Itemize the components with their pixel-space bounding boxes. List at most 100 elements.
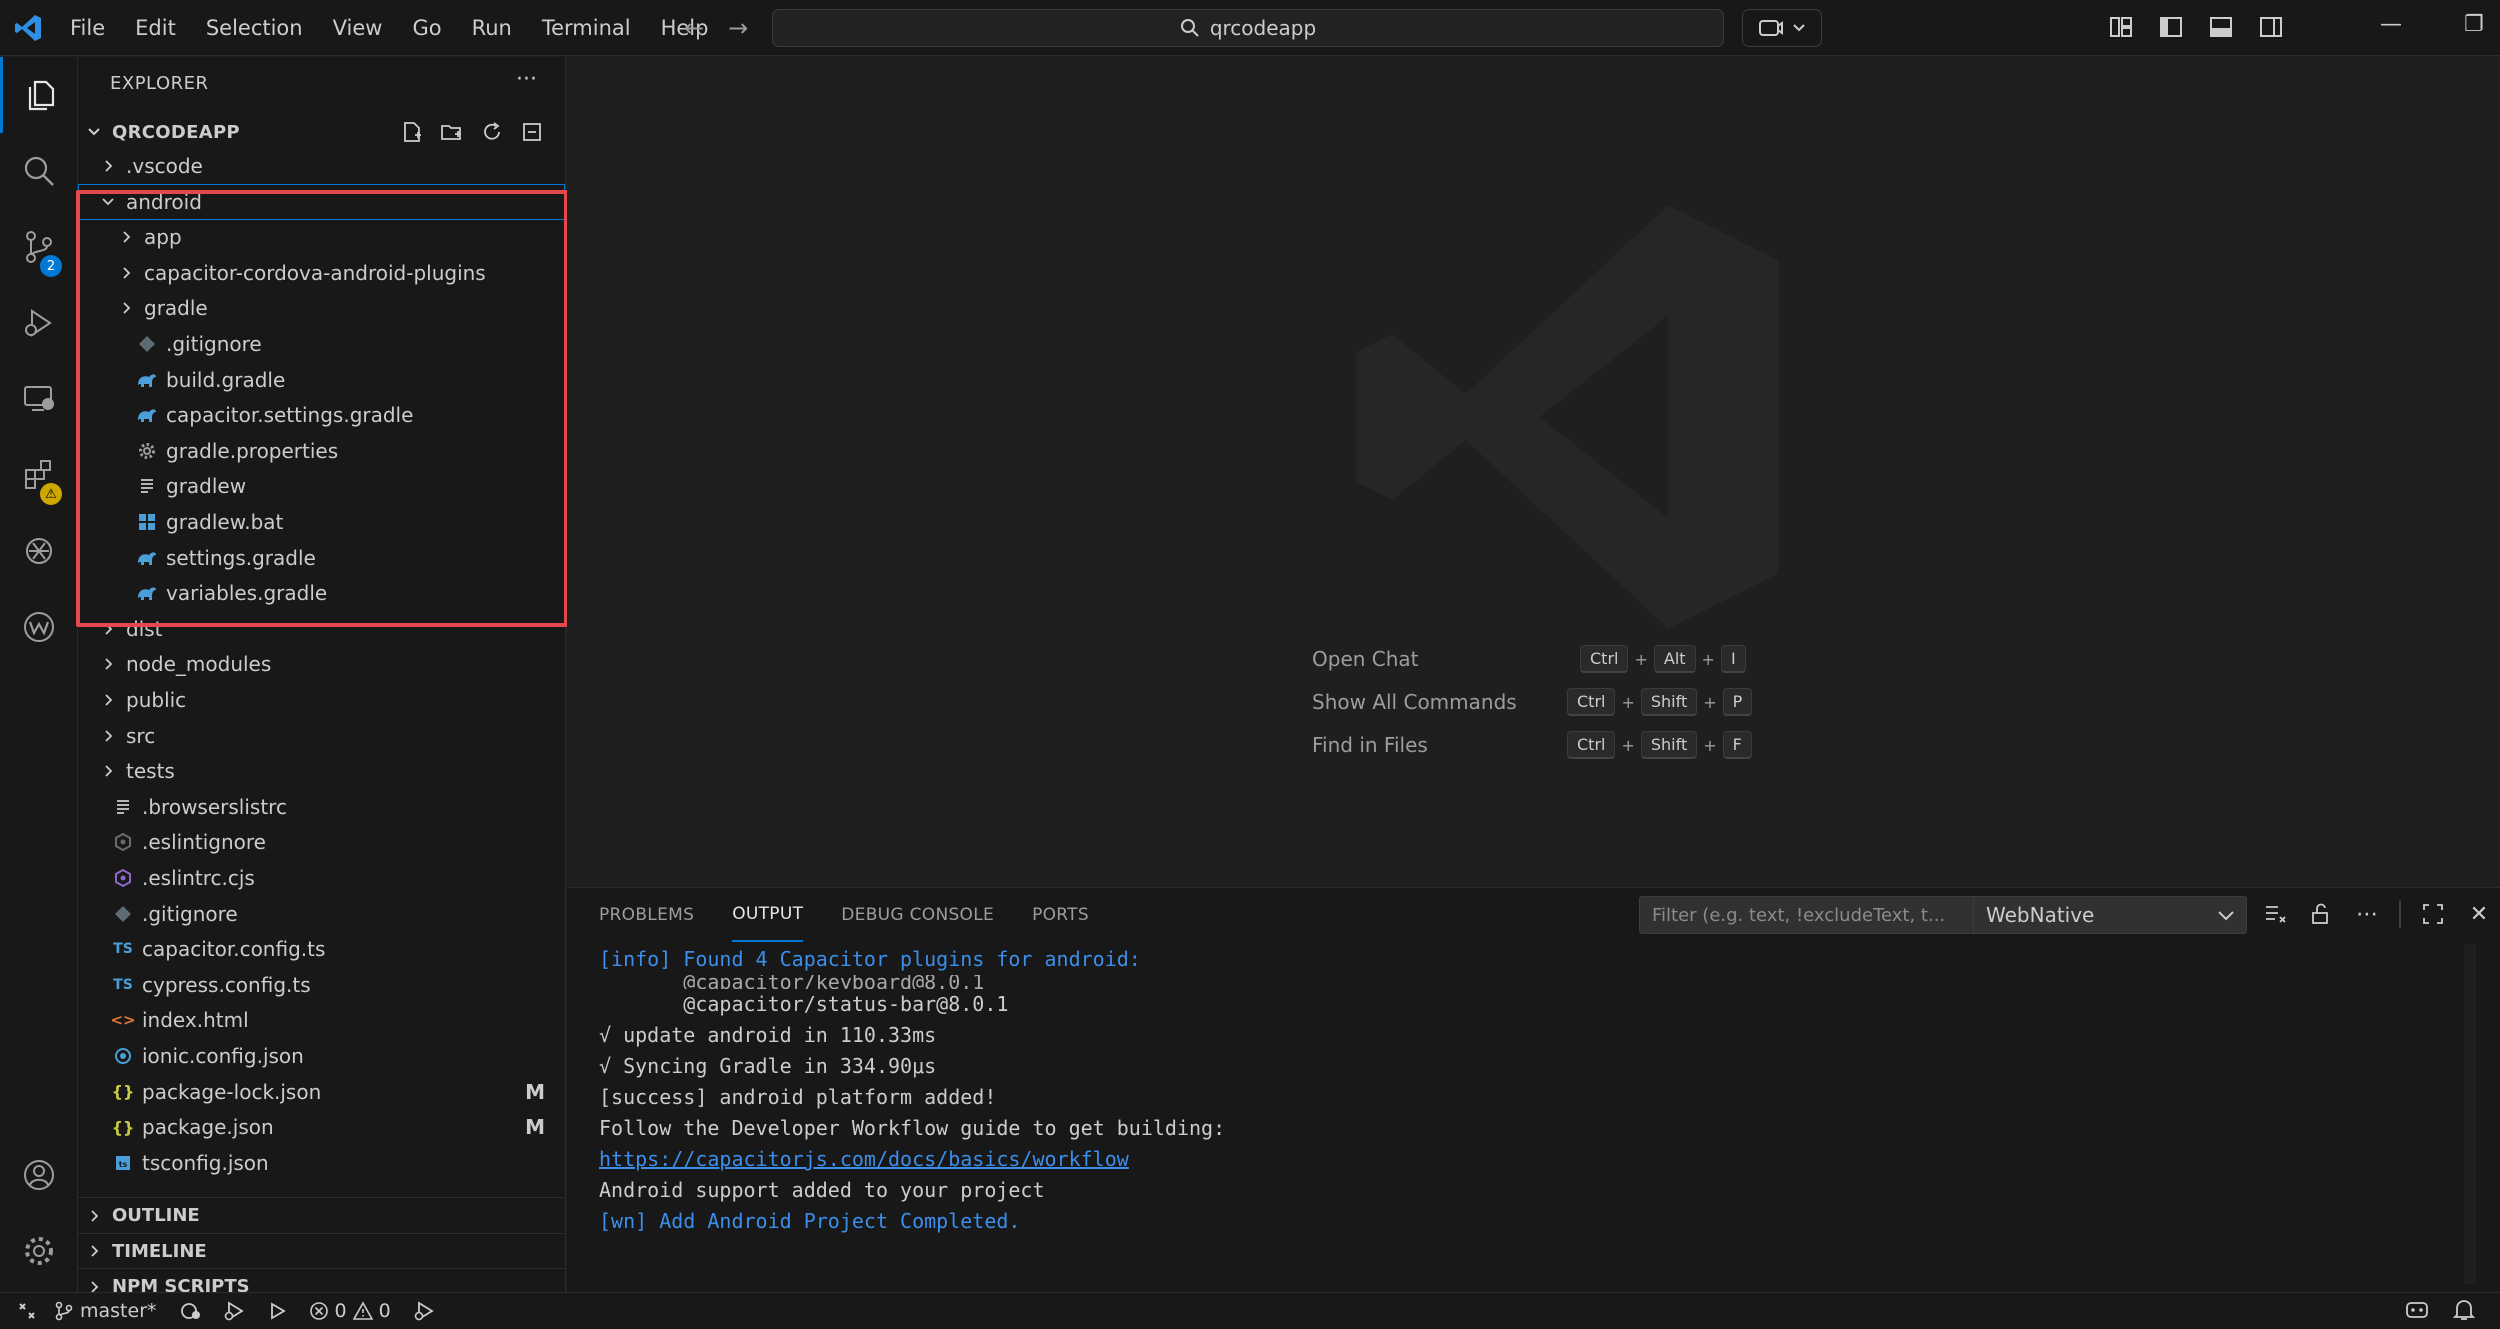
- back-arrow-icon[interactable]: ←: [684, 14, 704, 42]
- collapse-all-icon[interactable]: [520, 120, 544, 144]
- file--gitignore[interactable]: .gitignore: [78, 896, 565, 932]
- sync-indicator[interactable]: [179, 1300, 201, 1322]
- close-panel-icon[interactable]: ✕: [2465, 900, 2493, 928]
- tab-debug-console[interactable]: DEBUG CONSOLE: [841, 888, 994, 942]
- folder-app[interactable]: app: [78, 219, 565, 255]
- activity-bar: 2 ⚠: [0, 57, 78, 1292]
- menu-terminal[interactable]: Terminal: [542, 16, 631, 40]
- file--browserslistrc[interactable]: .browserslistrc: [78, 789, 565, 825]
- clear-output-icon[interactable]: [2261, 900, 2289, 928]
- folder-node-modules[interactable]: node_modules: [78, 646, 565, 682]
- shortcut-label[interactable]: Find in Files: [1312, 733, 1572, 757]
- gradle-elephant-icon: [136, 582, 158, 604]
- workspace-root[interactable]: QRCODEAPP: [78, 114, 565, 150]
- output-channel-select[interactable]: WebNative: [1973, 896, 2247, 934]
- remote-indicator[interactable]: [0, 1293, 54, 1329]
- output-scrollbar[interactable]: [2464, 944, 2476, 1284]
- folder-src[interactable]: src: [78, 718, 565, 754]
- folder-gradle[interactable]: gradle: [78, 290, 565, 326]
- section-timeline[interactable]: TIMELINE: [78, 1232, 565, 1269]
- branch-indicator[interactable]: master*: [54, 1300, 157, 1322]
- file-package-lock-json[interactable]: {} package-lock.json M: [78, 1074, 565, 1110]
- debug-indicator[interactable]: [223, 1300, 245, 1322]
- scm-count-badge: 2: [40, 255, 62, 277]
- section-outline[interactable]: OUTLINE: [78, 1197, 565, 1233]
- file-capacitor-settings-gradle[interactable]: capacitor.settings.gradle: [78, 397, 565, 433]
- folder--vscode[interactable]: .vscode: [78, 148, 565, 184]
- notifications-icon[interactable]: [2452, 1297, 2476, 1323]
- problems-indicator[interactable]: 0 0: [309, 1300, 391, 1322]
- file-gradlew-bat[interactable]: gradlew.bat: [78, 504, 565, 540]
- forward-arrow-icon[interactable]: →: [728, 14, 748, 42]
- maximize-panel-icon[interactable]: [2419, 900, 2447, 928]
- debug-config-indicator[interactable]: [413, 1300, 435, 1322]
- toggle-secondary-sidebar-icon[interactable]: [2258, 14, 2284, 40]
- file--gitignore[interactable]: .gitignore: [78, 326, 565, 362]
- more-actions-icon[interactable]: ⋯: [2353, 900, 2381, 928]
- copilot-button[interactable]: [1742, 9, 1822, 47]
- refresh-icon[interactable]: [480, 120, 504, 144]
- file-capacitor-config-ts[interactable]: TS capacitor.config.ts: [78, 931, 565, 967]
- title-bar: File Edit Selection View Go Run Terminal Help ←…: [0, 0, 2500, 56]
- folder-capacitor-cordova-android-plugins[interactable]: capacitor-cordova-android-plugins: [78, 255, 565, 291]
- lock-scroll-icon[interactable]: [2307, 900, 2335, 928]
- explorer-activity[interactable]: [0, 57, 78, 133]
- restore-icon[interactable]: ❐: [2464, 12, 2484, 37]
- new-folder-icon[interactable]: [440, 120, 464, 144]
- file--eslintrc-cjs[interactable]: .eslintrc.cjs: [78, 860, 565, 896]
- remote-explorer-activity[interactable]: [0, 361, 78, 437]
- gradle-elephant-icon: [136, 369, 158, 391]
- menu-selection[interactable]: Selection: [206, 16, 303, 40]
- account-icon: [24, 1160, 54, 1190]
- accounts-activity[interactable]: [0, 1137, 78, 1213]
- file-cypress-config-ts[interactable]: TS cypress.config.ts: [78, 967, 565, 1003]
- tab-output[interactable]: OUTPUT: [732, 888, 804, 942]
- customize-layout-icon[interactable]: [2108, 14, 2134, 40]
- tree-item-label: android: [126, 189, 202, 214]
- webnative-activity[interactable]: [0, 589, 78, 665]
- chatgpt-activity[interactable]: [0, 513, 78, 589]
- menu-file[interactable]: File: [70, 16, 105, 40]
- file-index-html[interactable]: <> index.html: [78, 1002, 565, 1038]
- search-activity[interactable]: [0, 133, 78, 209]
- command-center-search[interactable]: qrcodeapp: [772, 9, 1724, 47]
- source-control-activity[interactable]: 2: [0, 209, 78, 285]
- folder-tests[interactable]: tests: [78, 753, 565, 789]
- output-line[interactable]: https://capacitorjs.com/docs/basics/work…: [599, 1144, 2479, 1175]
- minimize-icon[interactable]: —: [2380, 12, 2402, 37]
- menu-view[interactable]: View: [333, 16, 383, 40]
- file-gradle-properties[interactable]: gradle.properties: [78, 433, 565, 469]
- chevron-right-icon: [84, 1209, 104, 1223]
- shortcut-label[interactable]: Show All Commands: [1312, 690, 1572, 714]
- tab-ports[interactable]: PORTS: [1032, 888, 1089, 942]
- run-debug-activity[interactable]: [0, 285, 78, 361]
- tab-problems[interactable]: PROBLEMS: [599, 888, 694, 942]
- keycap: F: [1722, 731, 1752, 759]
- manage-activity[interactable]: [0, 1213, 78, 1289]
- file-ionic-config-json[interactable]: ionic.config.json: [78, 1038, 565, 1074]
- shortcut-label[interactable]: Open Chat: [1312, 647, 1572, 671]
- file-package-json[interactable]: {} package.json M: [78, 1109, 565, 1145]
- menu-edit[interactable]: Edit: [135, 16, 176, 40]
- toggle-panel-icon[interactable]: [2208, 14, 2234, 40]
- extensions-activity[interactable]: ⚠: [0, 437, 78, 513]
- folder-android[interactable]: android: [78, 183, 565, 220]
- file--eslintignore[interactable]: .eslintignore: [78, 824, 565, 860]
- menu-go[interactable]: Go: [412, 16, 441, 40]
- copilot-status-icon[interactable]: [2404, 1297, 2430, 1323]
- menu-run[interactable]: Run: [472, 16, 512, 40]
- folder-public[interactable]: public: [78, 682, 565, 718]
- file-variables-gradle[interactable]: variables.gradle: [78, 575, 565, 611]
- file-gradlew[interactable]: gradlew: [78, 468, 565, 504]
- panel-actions: ⋯ ✕: [2261, 900, 2493, 928]
- toggle-primary-sidebar-icon[interactable]: [2158, 14, 2184, 40]
- folder-dist[interactable]: dist: [78, 611, 565, 647]
- file-tsconfig-json[interactable]: ts tsconfig.json: [78, 1145, 565, 1181]
- run-indicator[interactable]: [267, 1301, 287, 1321]
- more-actions-icon[interactable]: ···: [516, 67, 537, 92]
- keycap: Ctrl: [1580, 645, 1629, 673]
- file-build-gradle[interactable]: build.gradle: [78, 362, 565, 398]
- file-settings-gradle[interactable]: settings.gradle: [78, 540, 565, 576]
- new-file-icon[interactable]: [400, 120, 424, 144]
- vscode-logo-icon: [15, 15, 41, 41]
